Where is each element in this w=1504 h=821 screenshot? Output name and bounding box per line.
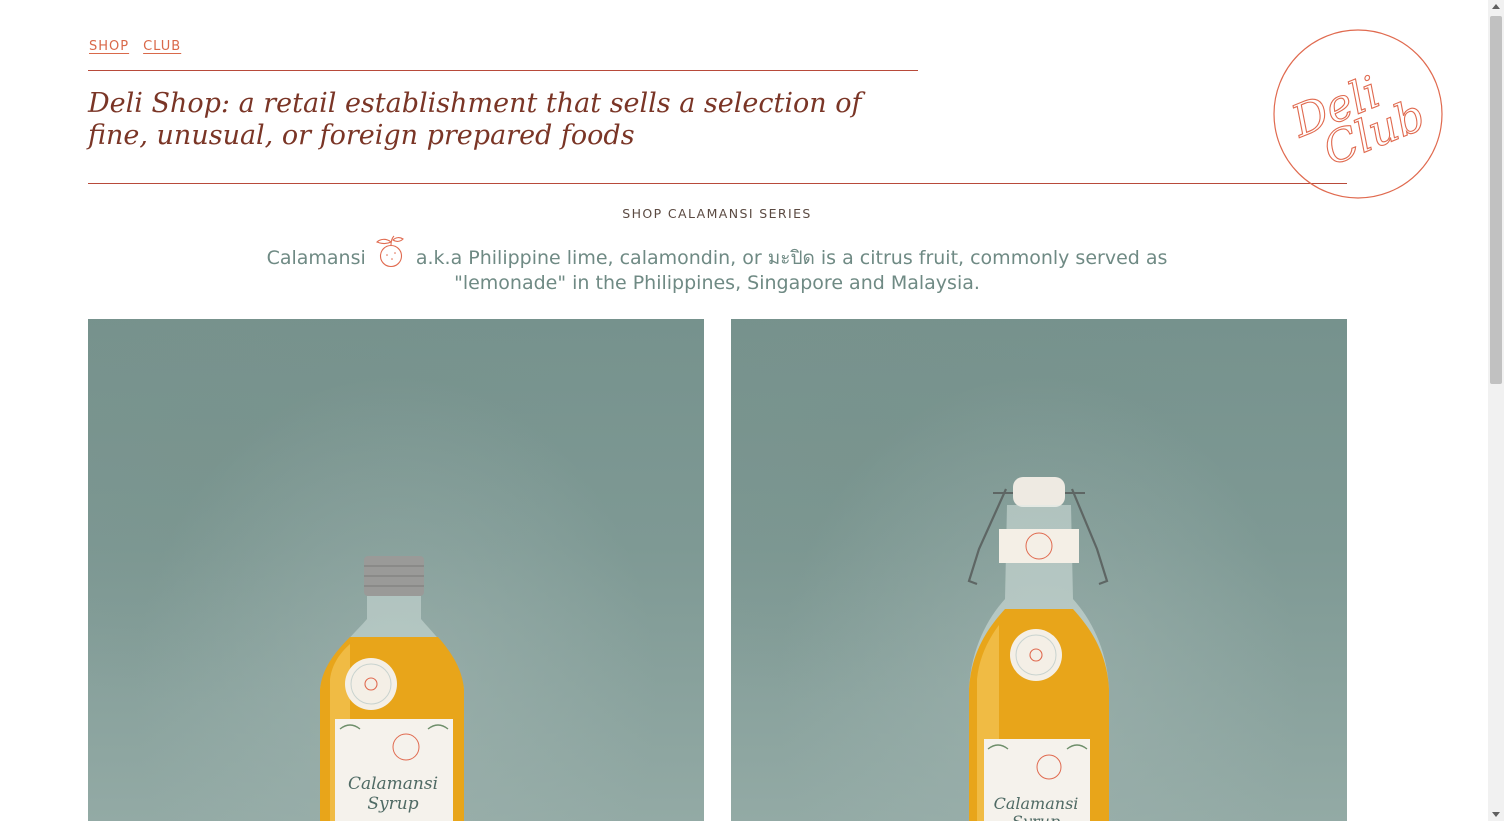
product-card-syrup-swingtop[interactable]: Calamansi Syrup (731, 319, 1347, 821)
section-intro: Calamansi a.k.a Philippine lime, calamon… (232, 234, 1202, 296)
product-card-syrup-screwcap[interactable]: Calamansi Syrup (88, 319, 704, 821)
scroll-down-arrow-icon[interactable] (1492, 812, 1500, 817)
calamansi-fruit-icon (375, 235, 404, 268)
nav-club-link[interactable]: CLUB (143, 39, 181, 54)
header-divider-top (88, 70, 918, 71)
deli-club-logo[interactable]: Deli Club (1270, 28, 1446, 200)
section-title: SHOP CALAMANSI SERIES (622, 206, 812, 221)
scrollbar-thumb[interactable] (1490, 16, 1502, 384)
intro-text-before: Calamansi (266, 247, 366, 269)
syrup-bottle-screwcap-image: Calamansi Syrup (320, 556, 464, 821)
nav-shop-link[interactable]: SHOP (89, 39, 129, 54)
top-nav: SHOP CLUB (89, 39, 181, 54)
bottle2-label-line2: Syrup (1012, 812, 1060, 821)
syrup-bottle-swingtop-image: Calamansi Syrup (967, 477, 1109, 821)
header-divider-bottom (88, 183, 1347, 184)
page-scrollbar[interactable] (1488, 0, 1504, 821)
page: SHOP CLUB Deli Shop: a retail establishm… (0, 0, 1488, 821)
bottle1-label-line2: Syrup (367, 794, 418, 814)
bottle2-label-line1: Calamansi (994, 794, 1079, 813)
bottle1-label-line1: Calamansi (348, 774, 438, 794)
intro-text-after: a.k.a Philippine lime, calamondin, or มะ… (415, 247, 1168, 294)
scroll-up-arrow-icon[interactable] (1492, 4, 1500, 9)
page-tagline: Deli Shop: a retail establishment that s… (88, 88, 862, 151)
